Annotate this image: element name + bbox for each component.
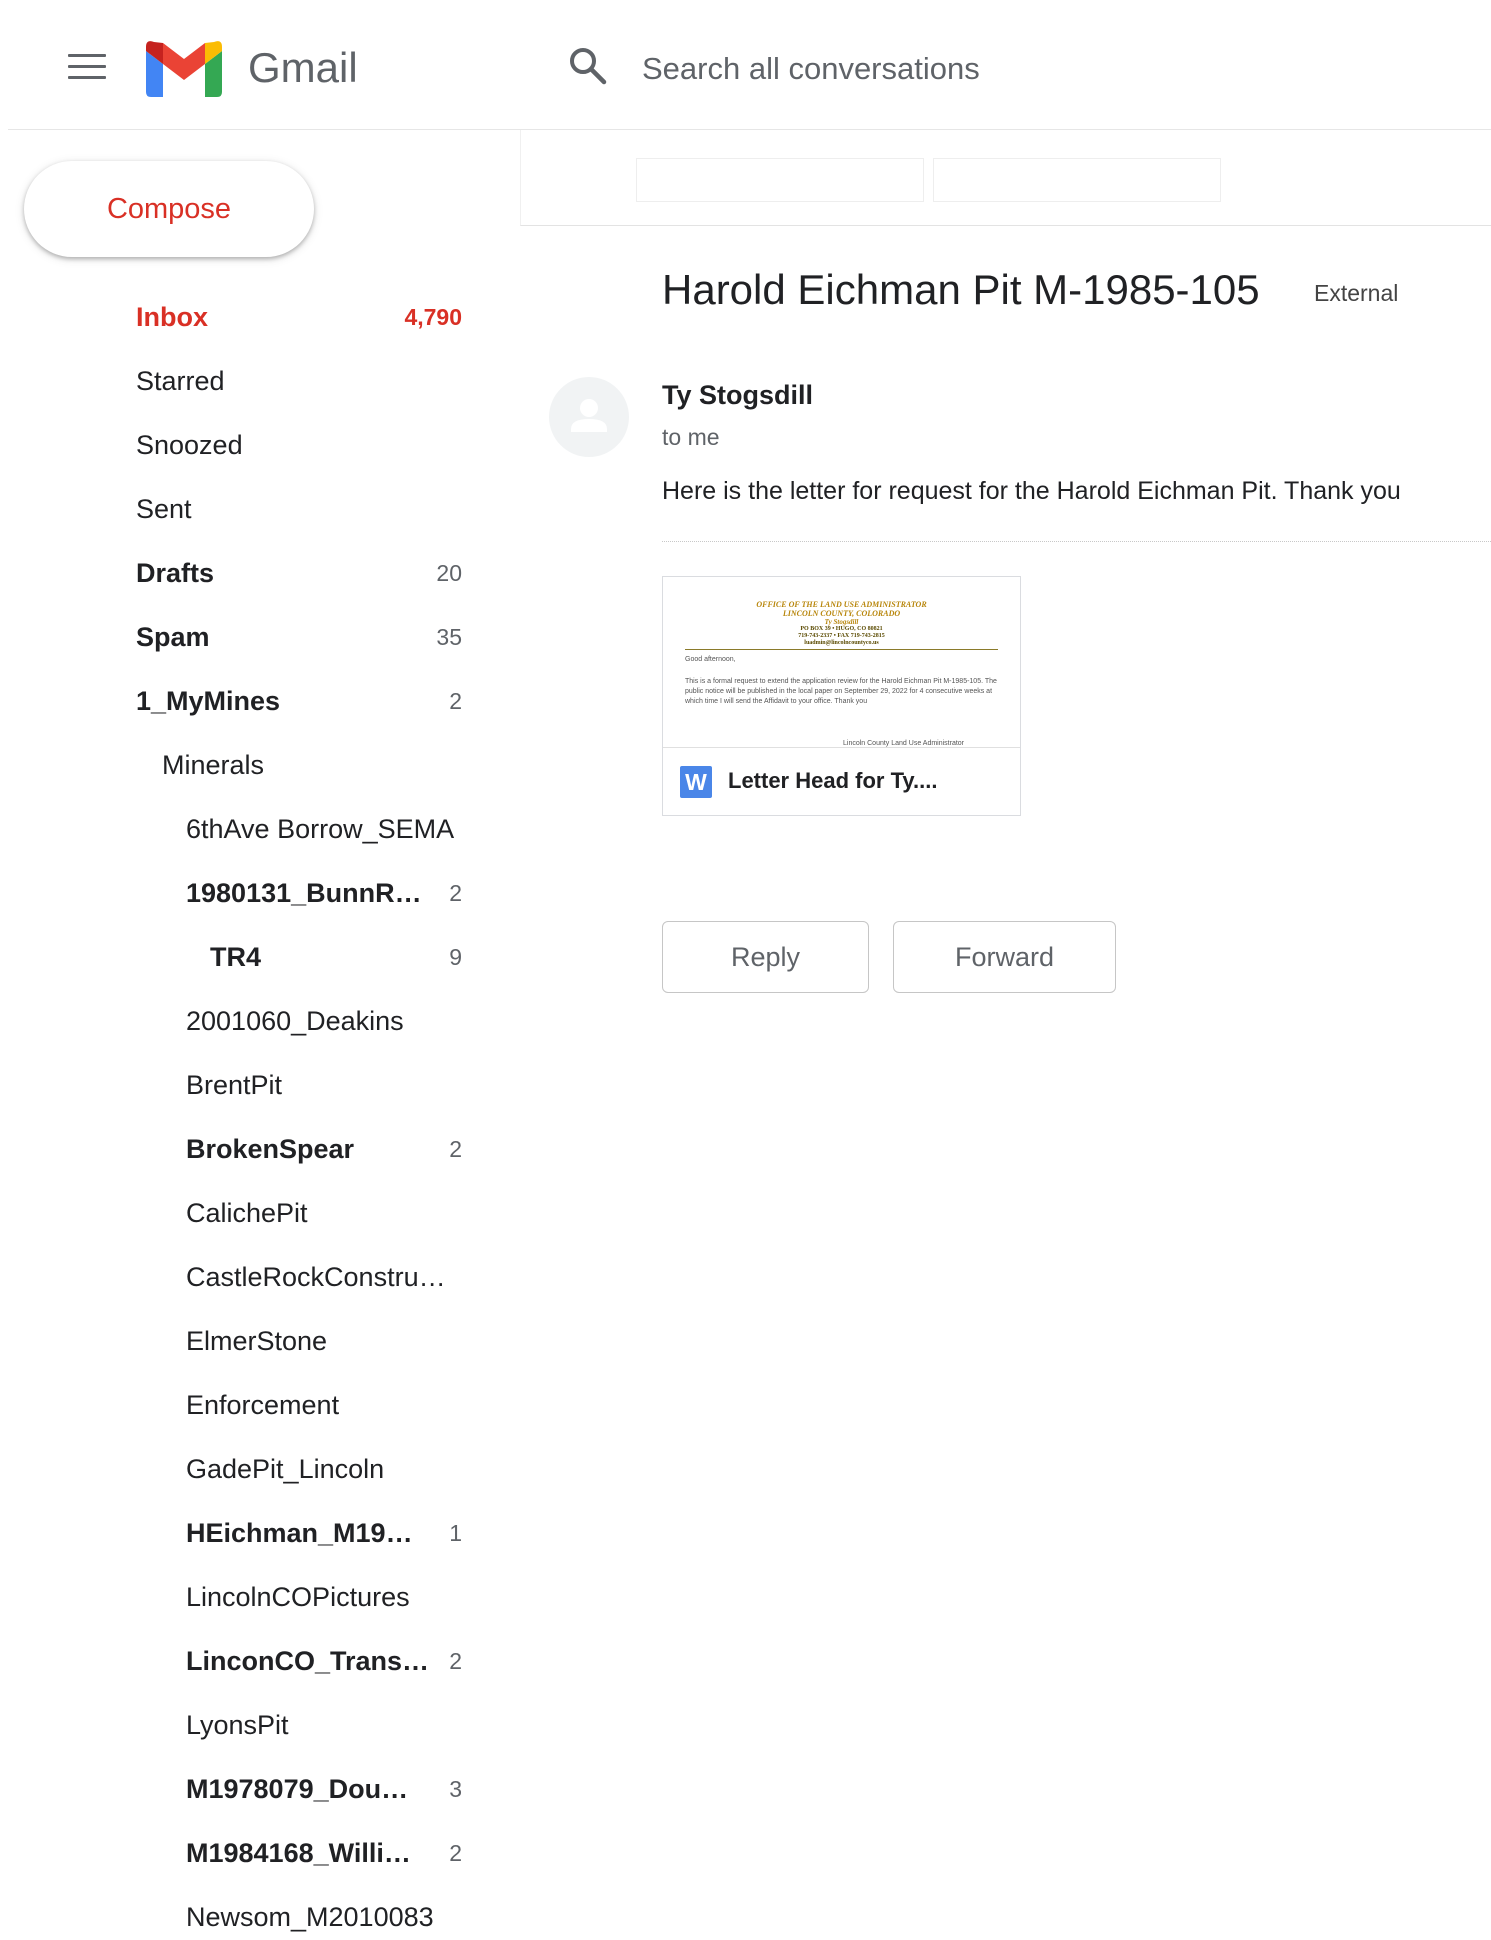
sidebar-item-spam[interactable]: Spam 35: [0, 610, 470, 660]
compose-button[interactable]: Compose: [24, 161, 314, 257]
sidebar-item-label: 2001060_Deakins: [186, 1006, 404, 1036]
sidebar-item-label: Sent: [136, 494, 192, 524]
message-body: Here is the letter for request for the H…: [662, 477, 1401, 505]
sidebar-item-gadepit-lincoln[interactable]: GadePit_Lincoln: [0, 1442, 470, 1492]
sidebar-item-label: BrokenSpear: [186, 1134, 355, 1164]
attachment-footer[interactable]: W Letter Head for Ty....: [663, 747, 1020, 815]
sidebar-item-label: Snoozed: [136, 430, 243, 460]
sidebar-item-label: LincolnCOPictures: [186, 1582, 410, 1612]
sidebar-item-label: Drafts: [136, 558, 215, 588]
sidebar-item-enforcement[interactable]: Enforcement: [0, 1378, 470, 1428]
sender-avatar[interactable]: [549, 377, 629, 457]
sidebar-item-label: CastleRockConstru…: [186, 1262, 446, 1292]
forward-button[interactable]: Forward: [893, 921, 1116, 993]
sidebar-item-drafts[interactable]: Drafts 20: [0, 546, 470, 596]
sidebar-item-count: 35: [436, 624, 462, 650]
sidebar-item-label: 6thAve Borrow_SEMA: [186, 814, 455, 844]
sidebar-item-6thave-borrow-sema[interactable]: 6thAve Borrow_SEMA: [0, 802, 470, 852]
attachment-preview[interactable]: OFFICE OF THE LAND USE ADMINISTRATOR LIN…: [663, 577, 1020, 747]
attachment-divider: [662, 541, 1491, 542]
sidebar-item-heichman-m19[interactable]: HEichman_M19… 1: [0, 1506, 470, 1556]
search-input[interactable]: [640, 42, 1244, 96]
sidebar-item-sent[interactable]: Sent: [0, 482, 470, 532]
recipient-line[interactable]: to me: [662, 424, 720, 451]
preview-heading: OFFICE OF THE LAND USE ADMINISTRATOR: [756, 600, 927, 609]
top-header: Gmail: [8, 0, 1491, 130]
sidebar-item-label: TR4: [210, 942, 262, 972]
sidebar-item-label: Inbox: [136, 302, 208, 332]
external-label-badge[interactable]: External: [1314, 280, 1398, 307]
preview-name: Ty Stogsdill: [824, 618, 859, 626]
sidebar-item-1-mymines[interactable]: 1_MyMines 2: [0, 674, 470, 724]
sidebar-item-newsom-m2010083[interactable]: Newsom_M2010083: [0, 1890, 470, 1940]
preview-rule: [685, 649, 998, 650]
sidebar-item-count: 9: [449, 944, 462, 970]
sender-name[interactable]: Ty Stogsdill: [662, 380, 813, 411]
sidebar-item-lyonspit[interactable]: LyonsPit: [0, 1698, 470, 1748]
sidebar-item-label: Minerals: [162, 750, 265, 780]
sidebar-item-linconco-trans[interactable]: LinconCO_Trans… 2: [0, 1634, 470, 1684]
message-subject: Harold Eichman Pit M-1985-105: [662, 266, 1260, 313]
preview-paragraph: This is a formal request to extend the a…: [685, 678, 997, 705]
sidebar-item-snoozed[interactable]: Snoozed: [0, 418, 470, 468]
word-document-icon: W: [680, 766, 712, 798]
sidebar-item-label: Starred: [136, 366, 225, 396]
reply-button[interactable]: Reply: [662, 921, 869, 993]
sidebar-item-count: 1: [449, 1520, 462, 1546]
sidebar-item-starred[interactable]: Starred: [0, 354, 470, 404]
sidebar-item-2001060-deakins[interactable]: 2001060_Deakins: [0, 994, 470, 1044]
toolbar-button[interactable]: [933, 158, 1221, 202]
preview-email: luadmin@lincolncountyco.us: [804, 640, 879, 646]
sidebar-item-label: Newsom_M2010083: [186, 1902, 434, 1932]
search-icon[interactable]: [568, 46, 608, 91]
sidebar-item-label: HEichman_M19…: [186, 1518, 413, 1548]
sidebar-item-count: 2: [449, 688, 462, 714]
app-title: Gmail: [248, 44, 358, 91]
sidebar-item-label: 1980131_BunnR…: [186, 878, 422, 908]
message-toolbar: [520, 130, 1491, 226]
sidebar-item-label: BrentPit: [186, 1070, 283, 1100]
sidebar-item-lincolncopictures[interactable]: LincolnCOPictures: [0, 1570, 470, 1620]
sidebar-item-castlerockconstru[interactable]: CastleRockConstru…: [0, 1250, 470, 1300]
preview-address: PO BOX 39 • HUGO, CO 80821: [800, 626, 883, 632]
sidebar-item-label: M1984168_Willi…: [186, 1838, 411, 1868]
sidebar-item-count: 2: [449, 1136, 462, 1162]
sidebar-item-count: 2: [449, 1648, 462, 1674]
sidebar-item-brentpit[interactable]: BrentPit: [0, 1058, 470, 1108]
sidebar-item-1980131-bunnr[interactable]: 1980131_BunnR… 2: [0, 866, 470, 916]
sidebar-item-calichepit[interactable]: CalichePit: [0, 1186, 470, 1236]
sidebar-item-tr4[interactable]: TR4 9: [0, 930, 470, 980]
sidebar-item-label: LinconCO_Trans…: [186, 1646, 430, 1676]
sidebar-item-elmerstone[interactable]: ElmerStone: [0, 1314, 470, 1364]
sidebar-item-m1984168-willi[interactable]: M1984168_Willi… 2: [0, 1826, 470, 1876]
sidebar-item-count: 20: [436, 560, 462, 586]
hamburger-menu-icon[interactable]: [68, 54, 106, 84]
sidebar-item-minerals[interactable]: Minerals: [0, 738, 470, 788]
attachment-filename: Letter Head for Ty....: [728, 768, 938, 793]
sidebar-item-label: ElmerStone: [186, 1326, 328, 1356]
preview-greeting: Good afternoon,: [685, 656, 736, 663]
sidebar-item-label: Spam: [136, 622, 210, 652]
sidebar-item-count: 3: [449, 1776, 462, 1802]
sidebar-item-brokenspear[interactable]: BrokenSpear 2: [0, 1122, 470, 1172]
sidebar-item-label: 1_MyMines: [136, 686, 281, 716]
gmail-logo-icon[interactable]: [146, 40, 222, 102]
sidebar-item-label: M1978079_Dou…: [186, 1774, 409, 1804]
sidebar-item-count: 4,790: [404, 304, 462, 330]
sidebar-item-label: LyonsPit: [186, 1710, 289, 1740]
sidebar-item-inbox[interactable]: Inbox 4,790: [0, 290, 470, 340]
attachment-card[interactable]: OFFICE OF THE LAND USE ADMINISTRATOR LIN…: [662, 576, 1021, 816]
toolbar-button[interactable]: [636, 158, 924, 202]
sidebar-item-count: 2: [449, 880, 462, 906]
sidebar-item-count: 2: [449, 1840, 462, 1866]
sidebar-item-label: Enforcement: [186, 1390, 340, 1420]
sidebar-item-label: CalichePit: [186, 1198, 308, 1228]
preview-phone: 719-743-2337 • FAX 719-743-2815: [798, 633, 885, 639]
sidebar-item-label: GadePit_Lincoln: [186, 1454, 385, 1484]
preview-subheading: LINCOLN COUNTY, COLORADO: [782, 609, 901, 618]
sidebar-item-m1978079-dou[interactable]: M1978079_Dou… 3: [0, 1762, 470, 1812]
